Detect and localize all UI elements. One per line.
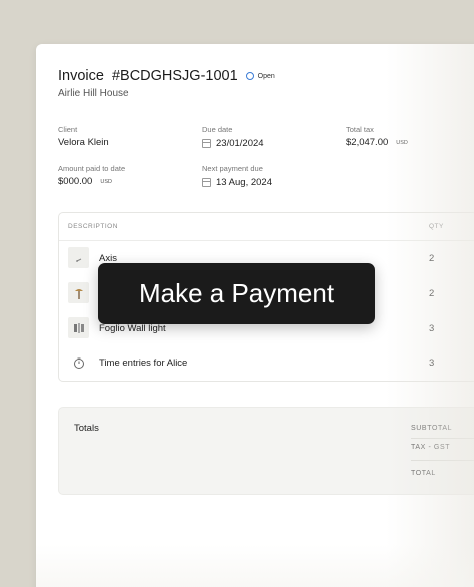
total-tax-currency: USD xyxy=(396,139,408,146)
calendar-icon xyxy=(202,139,211,148)
total-tax-value: $2,047.00 xyxy=(346,137,389,148)
due-date-value: 23/01/2024 xyxy=(216,138,264,149)
lamp-icon xyxy=(68,247,89,268)
next-payment-value: 13 Aug, 2024 xyxy=(216,177,272,188)
make-payment-button[interactable]: Make a Payment xyxy=(98,263,375,324)
item-name: Time entries for Alice xyxy=(99,358,188,369)
item-qty: 3 xyxy=(429,323,435,334)
amount-paid-value: $000.00 xyxy=(58,176,93,187)
amount-paid-label: Amount paid to date xyxy=(58,164,126,173)
amount-paid-field: $000.00 USD xyxy=(58,176,112,187)
calendar-icon xyxy=(202,178,211,187)
item-name: Foglio Wall light xyxy=(99,323,166,334)
item-qty: 2 xyxy=(429,288,435,299)
description-header: DESCRIPTION xyxy=(68,223,118,230)
wall-light-icon xyxy=(68,317,89,338)
divider xyxy=(411,438,474,439)
totals-title: Totals xyxy=(74,423,99,434)
due-date-label: Due date xyxy=(202,125,233,134)
invoice-label: Invoice xyxy=(58,68,104,84)
invoice-header: Invoice #BCDGHSJG-1001 Open xyxy=(58,68,275,84)
status-badge: Open xyxy=(245,72,275,80)
bottom-fade xyxy=(36,544,474,587)
table-row[interactable]: Time entries for Alice 3 xyxy=(59,346,474,381)
invoice-subtitle: Airlie Hill House xyxy=(58,88,129,99)
totals-panel: Totals SUBTOTAL TAX - GST TOTAL xyxy=(58,407,474,495)
total-tax-label: Total tax xyxy=(346,125,374,134)
client-name: Velora Klein xyxy=(58,137,109,148)
total-tax-field: $2,047.00 USD xyxy=(346,137,408,148)
divider xyxy=(411,460,474,461)
item-qty: 2 xyxy=(429,253,435,264)
tax-label: TAX - GST xyxy=(411,444,451,451)
status-ring-icon xyxy=(245,72,254,80)
status-text: Open xyxy=(257,72,275,80)
item-qty: 3 xyxy=(429,358,435,369)
subtotal-label: SUBTOTAL xyxy=(411,425,453,432)
client-label: Client xyxy=(58,125,78,134)
client-value: Velora Klein xyxy=(58,137,109,148)
due-date-field[interactable]: 23/01/2024 xyxy=(202,138,264,149)
stopwatch-icon xyxy=(68,352,89,373)
next-payment-label: Next payment due xyxy=(202,164,263,173)
total-label: TOTAL xyxy=(411,470,436,477)
table-header: DESCRIPTION QTY xyxy=(59,213,474,241)
qty-header: QTY xyxy=(429,223,444,230)
invoice-number: #BCDGHSJG-1001 xyxy=(111,68,238,84)
next-payment-field[interactable]: 13 Aug, 2024 xyxy=(202,177,272,188)
amount-paid-currency: USD xyxy=(100,178,112,185)
floor-lamp-icon xyxy=(68,282,89,303)
